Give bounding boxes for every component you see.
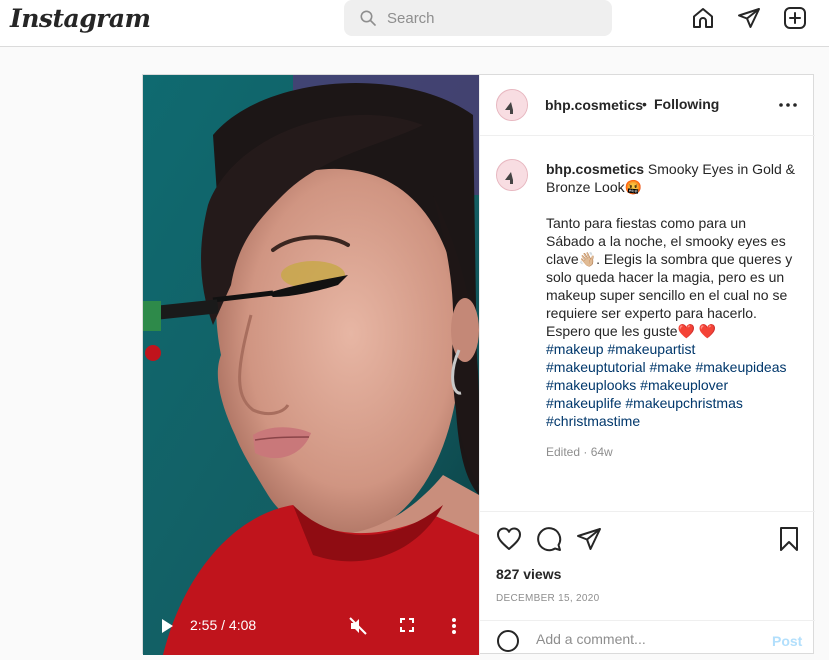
top-navigation-bar: Instagram <box>0 0 829 47</box>
hashtag[interactable]: #makeuplooks <box>546 377 636 393</box>
post-video[interactable]: 2:55 / 4:08 <box>143 75 479 655</box>
post-username[interactable]: bhp.cosmetics <box>545 97 643 113</box>
following-button[interactable]: Following <box>654 96 719 112</box>
instagram-logo[interactable]: Instagram <box>10 4 151 33</box>
caption-body: Tanto para fiestas como para un Sábado a… <box>546 215 793 339</box>
hashtag[interactable]: #make <box>650 359 692 375</box>
hashtag[interactable]: #makeupideas <box>695 359 786 375</box>
search-input[interactable] <box>387 7 597 29</box>
hashtag[interactable]: #christmastime <box>546 413 640 429</box>
fullscreen-icon[interactable] <box>400 618 414 632</box>
share-icon[interactable] <box>576 526 602 552</box>
separator-dot: • <box>642 96 647 112</box>
hashtag[interactable]: #makeupchristmas <box>625 395 743 411</box>
emoji-icon[interactable] <box>496 629 520 653</box>
brand-logo-icon <box>497 90 527 120</box>
post-caption: bhp.cosmetics Smooky Eyes in Gold & Bron… <box>546 160 798 430</box>
post-header: bhp.cosmetics • Following <box>480 75 815 136</box>
post-actions: 827 views DECEMBER 15, 2020 Post <box>480 511 815 655</box>
hashtag[interactable]: #makeuptutorial <box>546 359 646 375</box>
video-time: 2:55 / 4:08 <box>190 617 257 633</box>
caption-username[interactable]: bhp.cosmetics <box>546 161 644 177</box>
post-side-panel: bhp.cosmetics • Following bhp.cosmetics … <box>479 75 815 655</box>
post-date: DECEMBER 15, 2020 <box>496 593 600 604</box>
comment-icon[interactable] <box>536 526 562 552</box>
brand-logo-icon <box>497 160 527 190</box>
post-card: 2:55 / 4:08 bhp.cosmetics • Following bh… <box>142 74 815 655</box>
hashtag[interactable]: #makeupartist <box>607 341 695 357</box>
video-options-icon[interactable] <box>451 617 457 635</box>
post-comment-button[interactable]: Post <box>772 633 802 649</box>
comment-bar: Post <box>480 620 815 660</box>
video-controls: 2:55 / 4:08 <box>143 605 479 645</box>
avatar[interactable] <box>496 89 528 121</box>
view-count[interactable]: 827 views <box>496 566 561 582</box>
direct-messages-icon[interactable] <box>737 6 761 30</box>
play-icon[interactable] <box>161 619 173 633</box>
comment-input[interactable] <box>536 631 756 647</box>
more-options-icon[interactable] <box>777 95 799 115</box>
edited-timestamp[interactable]: Edited · 64w <box>546 445 613 459</box>
like-heart-icon[interactable] <box>496 526 522 552</box>
search-box[interactable] <box>344 0 612 36</box>
hashtag[interactable]: #makeuplife <box>546 395 622 411</box>
hashtag[interactable]: #makeup <box>546 341 604 357</box>
video-frame-image <box>143 75 479 655</box>
home-icon[interactable] <box>691 6 715 30</box>
muted-icon[interactable] <box>349 617 367 635</box>
search-icon <box>360 10 376 26</box>
new-post-icon[interactable] <box>783 6 807 30</box>
save-bookmark-icon[interactable] <box>776 526 802 552</box>
hashtag[interactable]: #makeuplover <box>640 377 728 393</box>
caption-avatar[interactable] <box>496 159 528 191</box>
